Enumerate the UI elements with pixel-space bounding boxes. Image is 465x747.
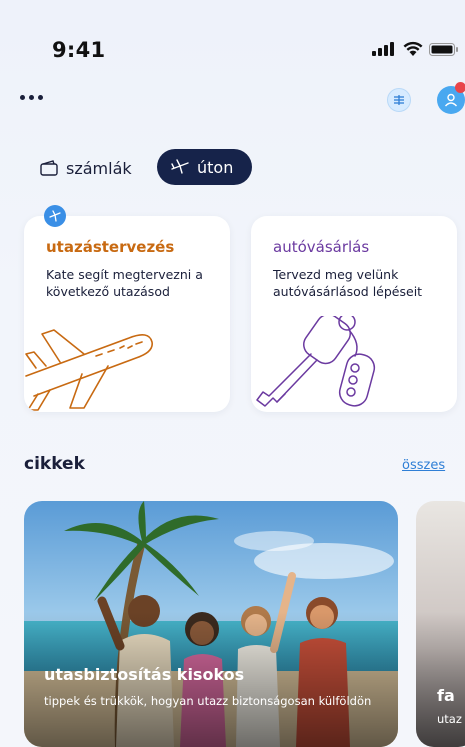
section-title: cikkek: [24, 454, 85, 474]
article-subtitle: tippek és trükkök, hogyan utazz biztonsá…: [44, 694, 372, 708]
card-autovasarlas[interactable]: autóvásárlás Tervezd meg velünk autóvásá…: [251, 216, 457, 412]
wallet-icon: [40, 160, 58, 176]
plane-icon: [171, 159, 189, 174]
user-icon: [444, 93, 458, 107]
status-bar: 9:41: [0, 0, 465, 80]
tab-uton[interactable]: úton: [157, 149, 252, 185]
sliders-icon: [394, 95, 404, 105]
plane-icon: [49, 210, 61, 222]
card-title: autóvásárlás: [273, 238, 370, 256]
status-time: 9:41: [52, 38, 106, 62]
ellipsis-icon: [20, 94, 25, 100]
tab-uton-label: úton: [197, 157, 234, 177]
card-description: Tervezd meg velünk autóvásárlásod lépése…: [273, 267, 423, 299]
battery-icon: [429, 43, 458, 56]
airplane-illustration: [25, 329, 153, 411]
car-key-illustration: [256, 316, 376, 407]
article-title: utasbiztosítás kisokos: [44, 665, 245, 684]
signal-icon: [372, 42, 394, 56]
article-card[interactable]: utasbiztosítás kisokos tippek és trükkök…: [24, 501, 398, 747]
assistant-badge: [44, 205, 66, 227]
notification-badge: [455, 82, 465, 93]
article-card[interactable]: fa utaz: [416, 501, 465, 747]
card-utazastervezes[interactable]: utazástervezés Kate segít megtervezni a …: [24, 216, 230, 412]
more-options-button[interactable]: [20, 90, 46, 104]
wifi-icon: [403, 41, 423, 56]
filter-button[interactable]: [387, 88, 411, 112]
tab-szamlak[interactable]: számlák: [36, 150, 142, 186]
card-title: utazástervezés: [46, 238, 175, 256]
tab-szamlak-label: számlák: [66, 158, 132, 178]
all-articles-link[interactable]: összes: [402, 458, 445, 473]
article-title: fa: [437, 686, 455, 705]
card-description: Kate segít megtervezni a következő utazá…: [46, 267, 203, 299]
article-subtitle: utaz: [437, 712, 462, 726]
